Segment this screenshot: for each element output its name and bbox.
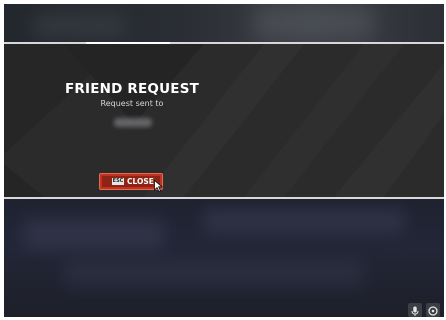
game-screen: FRIEND REQUEST Request sent to ESC CLOSE — [4, 4, 444, 317]
microphone-icon — [411, 306, 419, 316]
blurred-background-top — [4, 4, 444, 42]
modal-background-pattern — [4, 44, 444, 197]
blurred-background-bottom — [4, 199, 444, 317]
modal-subtitle: Request sent to — [100, 99, 164, 108]
mouse-cursor-icon — [154, 180, 163, 192]
recipient-name-blurred — [114, 118, 152, 127]
esc-key-icon: ESC — [112, 178, 124, 185]
modal-title: FRIEND REQUEST — [64, 81, 200, 97]
friend-request-modal: FRIEND REQUEST Request sent to ESC CLOSE — [4, 44, 444, 197]
close-button-label: CLOSE — [127, 177, 154, 186]
settings-icon — [428, 306, 438, 316]
microphone-button[interactable] — [408, 303, 422, 317]
settings-button[interactable] — [426, 303, 440, 317]
